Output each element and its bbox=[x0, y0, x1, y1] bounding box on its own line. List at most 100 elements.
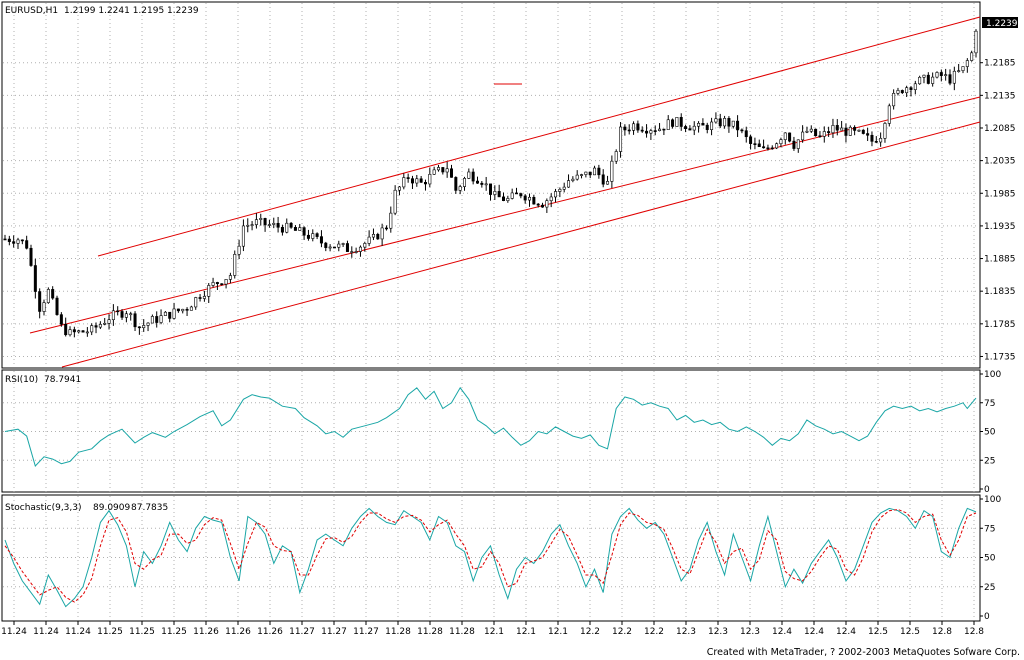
candle-body bbox=[328, 246, 332, 249]
candle-body bbox=[458, 186, 462, 191]
candle-body bbox=[710, 121, 714, 130]
candle-body bbox=[215, 282, 219, 284]
candle-body bbox=[779, 139, 783, 145]
candle-body bbox=[90, 325, 94, 333]
candle-body bbox=[606, 181, 610, 185]
candle-body bbox=[150, 316, 154, 324]
date-tick-label: 12.4 bbox=[772, 627, 792, 637]
date-tick-label: 12.1 bbox=[548, 627, 568, 637]
candle-body bbox=[358, 246, 362, 252]
candle-body bbox=[354, 251, 358, 253]
candle-body bbox=[809, 128, 813, 132]
candle-body bbox=[723, 118, 727, 127]
date-tick-label: 12.5 bbox=[900, 627, 920, 637]
candle-body bbox=[831, 125, 835, 134]
candle-body bbox=[324, 242, 328, 248]
candle-body bbox=[554, 191, 558, 198]
date-tick-label: 11.26 bbox=[193, 627, 219, 637]
candle-body bbox=[636, 123, 640, 131]
candle-body bbox=[163, 311, 167, 316]
date-tick-label: 11.28 bbox=[385, 627, 411, 637]
candle-body bbox=[801, 131, 805, 141]
candle-body bbox=[623, 126, 627, 131]
candle-body bbox=[840, 127, 844, 131]
candle-body bbox=[415, 178, 419, 184]
candle-body bbox=[59, 314, 63, 325]
candle-body bbox=[770, 147, 774, 150]
candle-body bbox=[172, 308, 176, 319]
candle-body bbox=[588, 171, 592, 176]
candle-body bbox=[571, 178, 575, 181]
date-tick-label: 11.27 bbox=[321, 627, 347, 637]
candle-body bbox=[675, 117, 679, 127]
ohlc-label: 1.2199 1.2241 1.2195 1.2239 bbox=[64, 6, 199, 16]
stochastic-signal-value: 87.7835 bbox=[131, 503, 168, 513]
candle-body bbox=[146, 322, 150, 326]
candle-body bbox=[506, 198, 510, 201]
candle-body bbox=[116, 310, 120, 313]
candle-body bbox=[870, 134, 874, 142]
candle-body bbox=[155, 316, 159, 323]
candle-body bbox=[666, 119, 670, 130]
candle-body bbox=[493, 191, 497, 195]
candle-body bbox=[515, 192, 519, 195]
candle-body bbox=[701, 122, 705, 126]
candle-body bbox=[467, 171, 471, 179]
candle-body bbox=[645, 130, 649, 134]
candle-body bbox=[788, 132, 792, 142]
date-tick-label: 12.8 bbox=[964, 627, 984, 637]
candle-body bbox=[866, 133, 870, 136]
candle-body bbox=[688, 128, 692, 131]
candle-body bbox=[510, 192, 514, 199]
candle-body bbox=[697, 122, 701, 127]
candle-body bbox=[72, 329, 76, 333]
candle-body bbox=[55, 297, 59, 315]
candle-body bbox=[887, 105, 891, 124]
stochastic-tick-label: 100 bbox=[984, 495, 1001, 505]
candle-body bbox=[133, 313, 137, 328]
candle-body bbox=[272, 222, 276, 225]
candle-body bbox=[337, 243, 341, 248]
candle-body bbox=[159, 315, 163, 323]
candle-body bbox=[176, 308, 180, 312]
date-tick-label: 11.24 bbox=[65, 627, 91, 637]
date-tick-label: 12.3 bbox=[740, 627, 760, 637]
candle-body bbox=[502, 196, 506, 201]
candle-body bbox=[111, 310, 115, 321]
candle-body bbox=[519, 193, 523, 197]
candle-body bbox=[848, 126, 852, 136]
candle-body bbox=[545, 200, 549, 208]
candle-body bbox=[718, 118, 722, 127]
rsi-tick-label: 0 bbox=[984, 485, 990, 495]
candle-body bbox=[692, 125, 696, 131]
date-tick-label: 12.1 bbox=[484, 627, 504, 637]
candle-body bbox=[350, 251, 354, 253]
candle-body bbox=[276, 222, 280, 228]
candle-body bbox=[228, 275, 232, 280]
date-tick-label: 12.2 bbox=[644, 627, 664, 637]
candle-body bbox=[103, 323, 107, 325]
candle-body bbox=[948, 74, 952, 84]
candle-body bbox=[85, 331, 89, 334]
candle-body bbox=[627, 129, 631, 132]
candle-body bbox=[796, 139, 800, 149]
candle-body bbox=[965, 60, 969, 67]
candle-body bbox=[762, 146, 766, 149]
candle-body bbox=[376, 234, 380, 240]
date-tick-label: 11.27 bbox=[353, 627, 379, 637]
candle-body bbox=[822, 131, 826, 137]
stochastic-tick-label: 25 bbox=[984, 583, 995, 593]
date-tick-label: 12.4 bbox=[804, 627, 824, 637]
candle-body bbox=[46, 289, 50, 303]
candle-body bbox=[671, 119, 675, 127]
candle-body bbox=[909, 87, 913, 90]
candle-body bbox=[528, 196, 532, 201]
candle-body bbox=[653, 130, 657, 132]
candle-body bbox=[51, 289, 55, 299]
price-tick-label: 1.1735 bbox=[984, 352, 1016, 362]
candle-body bbox=[926, 74, 930, 84]
candle-body bbox=[389, 212, 393, 229]
date-tick-label: 12.5 bbox=[868, 627, 888, 637]
candle-body bbox=[480, 182, 484, 185]
candle-body bbox=[541, 204, 545, 208]
